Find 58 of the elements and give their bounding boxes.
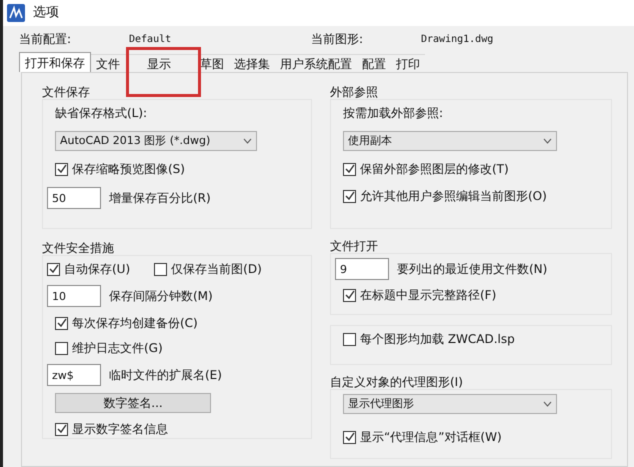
- checkbox-label: 自动保存(U): [64, 261, 130, 278]
- field-label: 缺省保存格式(L):: [55, 105, 148, 122]
- checkbox[interactable]: [343, 190, 356, 202]
- field-label: 要列出的最近使用文件数(N): [397, 261, 548, 278]
- group-title: 文件安全措施: [42, 241, 115, 255]
- checkbox-label: 允许其他用户参照编辑当前图形(O): [360, 188, 547, 205]
- caret-icon: [543, 401, 552, 407]
- tab[interactable]: 草图: [195, 54, 229, 72]
- caret-icon: [543, 138, 552, 144]
- field-label: 按需加载外部参照:: [343, 105, 444, 122]
- checkbox[interactable]: [343, 430, 356, 444]
- field-label: 临时文件的扩展名(E): [109, 367, 222, 384]
- tab[interactable]: 显示: [125, 54, 195, 72]
- checkbox[interactable]: [55, 162, 68, 176]
- profile-label: 当前配置:: [19, 31, 72, 48]
- field-label: 增量保存百分比(R): [109, 190, 211, 207]
- tab[interactable]: 用户系统配置: [275, 54, 357, 72]
- profile-value: Default: [129, 32, 172, 46]
- dropdown[interactable]: 使用副本: [343, 131, 557, 151]
- checkbox-label: 仅保存当前图(D): [171, 261, 262, 278]
- group-title: 外部参照: [330, 85, 379, 99]
- checkbox-label: 每个图形均加载 ZWCAD.lsp: [360, 331, 515, 348]
- drawing-value: Drawing1.dwg: [421, 32, 494, 46]
- dropdown[interactable]: AutoCAD 2013 图形 (*.dwg): [55, 131, 257, 151]
- checkbox[interactable]: [55, 422, 68, 436]
- field-label: 保存间隔分钟数(M): [109, 288, 213, 305]
- input-field[interactable]: 10: [47, 285, 101, 307]
- caret-icon: [243, 138, 252, 144]
- checkbox[interactable]: [343, 162, 356, 176]
- checkbox-label: 保存缩略预览图像(S): [72, 161, 185, 178]
- drawing-label: 当前图形:: [311, 31, 364, 48]
- input-field[interactable]: 50: [47, 187, 101, 209]
- checkbox[interactable]: [47, 262, 60, 276]
- checkbox-label: 在标题中显示完整路径(F): [360, 287, 496, 304]
- checkbox[interactable]: [343, 332, 356, 346]
- tab[interactable]: 配置: [357, 54, 391, 72]
- checkbox[interactable]: [154, 262, 168, 276]
- checkbox-label: 每次保存均创建备份(C): [72, 315, 198, 332]
- tab[interactable]: 打印: [391, 54, 425, 72]
- checkbox-label: 保留外部参照图层的修改(T): [360, 161, 509, 178]
- checkbox-label: 显示“代理信息”对话框(W): [360, 429, 502, 446]
- window-title: 选项: [33, 4, 59, 22]
- app-logo-icon: [7, 4, 25, 22]
- dropdown[interactable]: 显示代理图形: [343, 394, 557, 414]
- checkbox-label: 维护日志文件(G): [72, 340, 163, 357]
- group-title: 文件打开: [330, 239, 379, 253]
- checkbox[interactable]: [343, 288, 356, 302]
- tab[interactable]: 打开和保存: [19, 52, 91, 72]
- tab[interactable]: 文件: [91, 54, 125, 72]
- group-title: 文件保存: [42, 85, 91, 99]
- digital-signature-button[interactable]: 数字签名...: [55, 393, 211, 413]
- checkbox[interactable]: [55, 316, 68, 330]
- group-title: 自定义对象的代理图形(I): [330, 375, 464, 389]
- input-field[interactable]: zw$: [47, 364, 101, 386]
- checkbox[interactable]: [55, 342, 68, 354]
- checkbox-label: 显示数字签名信息: [72, 421, 168, 438]
- tab[interactable]: 选择集: [229, 54, 275, 72]
- input-field[interactable]: 9: [335, 258, 389, 280]
